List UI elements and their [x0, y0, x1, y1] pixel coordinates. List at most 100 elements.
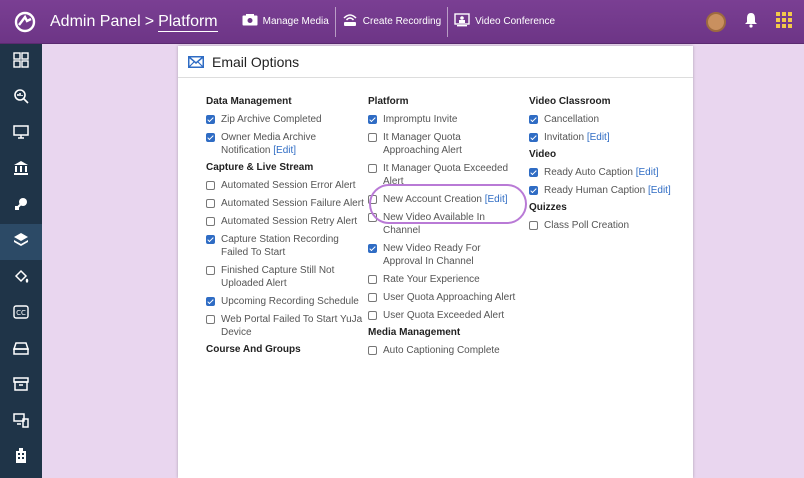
- sidebar-item-monitor[interactable]: [0, 116, 42, 152]
- sidebar-item-analytics[interactable]: [0, 80, 42, 116]
- checkbox[interactable]: [368, 293, 377, 302]
- bell-icon[interactable]: [744, 12, 758, 33]
- checkbox[interactable]: [368, 115, 377, 124]
- sidebar-item-dashboard[interactable]: [0, 44, 42, 80]
- edit-link[interactable]: [Edit]: [273, 145, 296, 156]
- sidebar-item-integrations[interactable]: [0, 188, 42, 224]
- monitor-icon: [13, 124, 29, 145]
- option-label[interactable]: Web Portal Failed To Start YuJa Device: [221, 314, 362, 338]
- video-conference-button[interactable]: Video Conference: [447, 6, 561, 37]
- checkbox[interactable]: [206, 115, 215, 124]
- edit-link[interactable]: [Edit]: [636, 167, 659, 178]
- breadcrumb: Admin Panel > Platform: [50, 12, 218, 32]
- user-avatar[interactable]: [706, 12, 726, 32]
- options-column: Video Classroom Cancellation Invitation [E…: [529, 96, 679, 237]
- top-bar: Admin Panel > Platform Manage Media Create…: [0, 0, 804, 44]
- checkbox[interactable]: [529, 221, 538, 230]
- option-label[interactable]: Ready Human Caption: [544, 185, 645, 196]
- breadcrumb-admin-panel[interactable]: Admin Panel: [50, 13, 141, 30]
- option-label[interactable]: Class Poll Creation: [544, 220, 629, 231]
- option-label[interactable]: New Account Creation: [383, 194, 482, 205]
- option-invitation: Invitation [Edit]: [529, 131, 679, 144]
- sidebar-item-platform[interactable]: [0, 224, 42, 260]
- create-recording-button[interactable]: Create Recording: [334, 6, 447, 37]
- checkbox[interactable]: [529, 168, 538, 177]
- option-finished-capture-still-not-uploaded-alert: Finished Capture Still Not Uploaded Aler…: [206, 264, 366, 290]
- option-label[interactable]: Finished Capture Still Not Uploaded Aler…: [221, 265, 334, 289]
- option-it-manager-quota-exceeded-alert: It Manager Quota Exceeded Alert: [368, 162, 518, 188]
- edit-link[interactable]: [Edit]: [485, 194, 508, 205]
- checkbox[interactable]: [368, 244, 377, 253]
- option-automated-session-retry-alert: Automated Session Retry Alert: [206, 215, 366, 228]
- checkbox[interactable]: [529, 133, 538, 142]
- building-icon: [13, 447, 29, 469]
- option-label[interactable]: Upcoming Recording Schedule: [221, 296, 359, 307]
- paint-bucket-icon: [13, 268, 29, 289]
- checkbox[interactable]: [529, 115, 538, 124]
- checkbox[interactable]: [368, 133, 377, 142]
- option-label[interactable]: It Manager Quota Approaching Alert: [383, 132, 462, 156]
- option-label[interactable]: It Manager Quota Exceeded Alert: [383, 163, 508, 187]
- option-label[interactable]: Automated Session Failure Alert: [221, 198, 364, 209]
- sidebar-item-branding[interactable]: [0, 260, 42, 296]
- option-label[interactable]: User Quota Approaching Alert: [383, 292, 515, 303]
- checkbox[interactable]: [368, 164, 377, 173]
- sidebar-item-devices[interactable]: [0, 404, 42, 440]
- sidebar-item-institution[interactable]: [0, 152, 42, 188]
- option-automated-session-failure-alert: Automated Session Failure Alert: [206, 197, 366, 210]
- sidebar-item-storage[interactable]: [0, 332, 42, 368]
- breadcrumb-platform[interactable]: Platform: [158, 12, 218, 32]
- section-title-course-and-groups: Course And Groups: [206, 344, 301, 355]
- option-label[interactable]: New Video Available In Channel: [383, 212, 485, 236]
- option-label[interactable]: Capture Station Recording Failed To Star…: [221, 234, 339, 258]
- option-label[interactable]: Invitation: [544, 132, 584, 143]
- option-label[interactable]: New Video Ready For Approval In Channel: [383, 243, 481, 267]
- logo-icon[interactable]: [10, 7, 40, 37]
- checkbox[interactable]: [529, 186, 538, 195]
- checkbox[interactable]: [368, 213, 377, 222]
- app-grid-icon[interactable]: [776, 11, 792, 33]
- option-label[interactable]: Zip Archive Completed: [221, 114, 322, 125]
- option-new-video-available-in-channel: New Video Available In Channel: [368, 211, 518, 237]
- option-label[interactable]: Ready Auto Caption: [544, 167, 633, 178]
- manage-media-label: Manage Media: [262, 16, 329, 27]
- checkbox[interactable]: [368, 346, 377, 355]
- recording-icon: [342, 13, 358, 30]
- checkbox[interactable]: [206, 315, 215, 324]
- option-new-video-ready-for-approval-in-channel: New Video Ready For Approval In Channel: [368, 242, 518, 268]
- checkbox[interactable]: [206, 133, 215, 142]
- option-label[interactable]: Automated Session Retry Alert: [221, 216, 357, 227]
- option-label[interactable]: Owner Media Archive Notification: [221, 132, 316, 156]
- email-options-panel: Email Options Data Management Zip Archive…: [178, 46, 693, 478]
- option-label[interactable]: Cancellation: [544, 114, 599, 125]
- edit-link[interactable]: [Edit]: [648, 185, 671, 196]
- sidebar-item-building[interactable]: [0, 440, 42, 476]
- option-web-portal-failed-to-start-yuja-device: Web Portal Failed To Start YuJa Device: [206, 313, 366, 339]
- manage-media-button[interactable]: Manage Media: [236, 7, 335, 37]
- checkbox[interactable]: [206, 297, 215, 306]
- edit-link[interactable]: [Edit]: [587, 132, 610, 143]
- checkbox[interactable]: [206, 235, 215, 244]
- option-label[interactable]: Automated Session Error Alert: [221, 180, 356, 191]
- breadcrumb-separator: >: [144, 12, 155, 30]
- sidebar-item-captions[interactable]: CC: [0, 296, 42, 332]
- option-label[interactable]: Auto Captioning Complete: [383, 345, 500, 356]
- option-it-manager-quota-approaching-alert: It Manager Quota Approaching Alert: [368, 131, 518, 157]
- checkbox[interactable]: [368, 275, 377, 284]
- checkbox[interactable]: [206, 181, 215, 190]
- sidebar: CC: [0, 44, 42, 478]
- checkbox[interactable]: [368, 195, 377, 204]
- envelope-icon: [188, 55, 204, 68]
- option-ready-human-caption: Ready Human Caption [Edit]: [529, 184, 679, 197]
- checkbox[interactable]: [206, 217, 215, 226]
- checkbox[interactable]: [206, 199, 215, 208]
- option-class-poll-creation: Class Poll Creation: [529, 219, 679, 232]
- option-label[interactable]: User Quota Exceeded Alert: [383, 310, 504, 321]
- checkbox[interactable]: [206, 266, 215, 275]
- checkbox[interactable]: [368, 311, 377, 320]
- sidebar-item-archive[interactable]: [0, 368, 42, 404]
- media-icon: [242, 14, 258, 29]
- option-label[interactable]: Rate Your Experience: [383, 274, 480, 285]
- option-label[interactable]: Impromptu Invite: [383, 114, 457, 125]
- devices-icon: [13, 412, 29, 433]
